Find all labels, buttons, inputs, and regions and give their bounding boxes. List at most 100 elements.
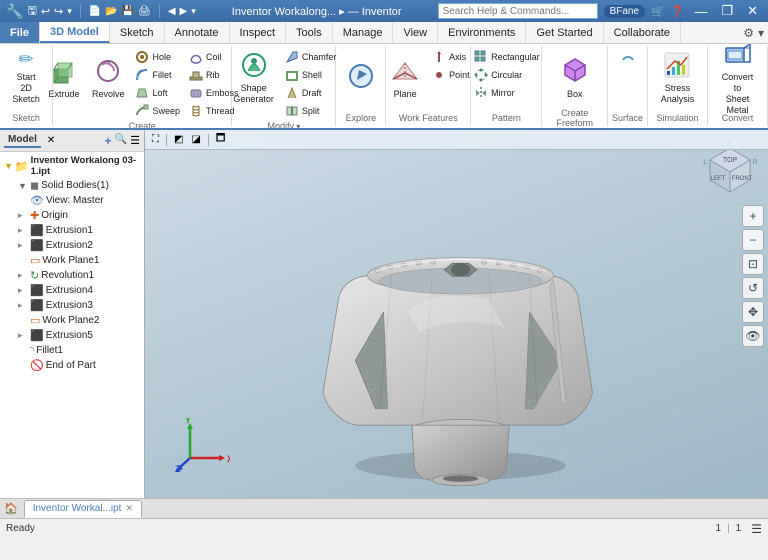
shell-button[interactable]: Shell — [281, 66, 340, 83]
explore-button[interactable] — [340, 48, 382, 106]
quick-access-redo[interactable]: ↪ — [54, 5, 63, 18]
3d-part-visualization[interactable] — [145, 150, 768, 498]
toolbar-back[interactable]: ◀ — [168, 6, 176, 17]
start-sketch-button[interactable]: ✏ Start2D Sketch — [4, 48, 48, 106]
mirror-button[interactable]: Mirror — [470, 84, 543, 101]
quick-access-more[interactable]: ▾ — [67, 6, 72, 17]
tree-item-extrusion3[interactable]: ▸ ⬛ Extrusion3 — [0, 298, 144, 313]
tree-item-workplane1[interactable]: ▸ ▭ Work Plane1 — [0, 253, 144, 268]
toolbar-save2[interactable]: 💾 — [122, 6, 134, 17]
coil-label: Coil — [206, 52, 222, 62]
tree-item-root[interactable]: ▼ 📁 Inventor Workalong 03-1.ipt — [0, 154, 144, 178]
svg-text:R: R — [753, 160, 758, 166]
nav-zoom-fit[interactable]: ⊡ — [742, 253, 764, 275]
quick-access-save[interactable]: 🖫 — [27, 2, 36, 21]
nav-look[interactable]: 👁 — [742, 325, 764, 347]
ribbon-settings-icon[interactable]: ⚙ — [743, 26, 754, 40]
extrude-icon — [48, 55, 80, 87]
create-small-buttons: Hole Fillet — [131, 48, 183, 119]
tab-inspect[interactable]: Inspect — [230, 22, 286, 43]
vp-maximize2[interactable]: 🗖 — [213, 130, 229, 149]
nav-zoom-in[interactable]: + — [742, 205, 764, 227]
tab-view[interactable]: View — [393, 22, 438, 43]
tree-item-origin[interactable]: ▸ ✚ Origin — [0, 208, 144, 223]
bottom-tab-workalong[interactable]: Inventor Workal...ipt ✕ — [24, 500, 142, 518]
axis-button[interactable]: Axis — [428, 48, 473, 65]
toolbar-open[interactable]: 📂 — [105, 6, 117, 17]
nav-zoom-out[interactable]: − — [742, 229, 764, 251]
tree-item-view-master[interactable]: ▸ 👁 View: Master — [0, 193, 144, 208]
surface-button[interactable] — [617, 48, 639, 65]
sweep-icon — [134, 103, 150, 119]
search-input[interactable] — [438, 3, 598, 19]
vp-btn-maximize[interactable]: ⛶ — [149, 133, 162, 146]
svg-text:L: L — [703, 160, 707, 166]
create-small-row2[interactable]: Sweep — [131, 102, 183, 119]
extrude-button[interactable]: Extrude — [43, 48, 85, 106]
minimize-button[interactable]: — — [690, 4, 711, 19]
help-icon[interactable]: ❓ — [671, 5, 685, 18]
tree-item-revolution1[interactable]: ▸ ↻ Revolution1 — [0, 268, 144, 283]
shopping-icon[interactable]: 🛒 — [651, 5, 665, 18]
tree-item-workplane2[interactable]: ▸ ▭ Work Plane2 — [0, 313, 144, 328]
toolbar-new[interactable]: 📄 — [89, 6, 101, 17]
tree-item-solid-bodies[interactable]: ▼ ◼ Solid Bodies(1) — [0, 178, 144, 193]
ribbon-expand-icon[interactable]: ▾ — [758, 26, 764, 40]
bottom-tab-close[interactable]: ✕ — [125, 503, 133, 514]
tab-collaborate[interactable]: Collaborate — [604, 22, 681, 43]
model-tab[interactable]: Model — [4, 133, 41, 148]
tree-item-fillet1[interactable]: ▸ ◝ Fillet1 — [0, 343, 144, 358]
fillet-button[interactable]: Fillet — [131, 66, 183, 83]
tab-3dmodel[interactable]: 3D Model — [40, 22, 110, 43]
box-button[interactable]: Box — [554, 48, 596, 106]
circular-pattern-button[interactable]: Circular — [470, 66, 543, 83]
shell-label: Shell — [302, 70, 322, 80]
chamfer-button[interactable]: Chamfer — [281, 48, 340, 65]
tab-getstarted[interactable]: Get Started — [526, 22, 603, 43]
panel-menu-btn[interactable]: ☰ — [130, 134, 140, 148]
create-small-row1[interactable]: Loft — [131, 84, 183, 101]
rectangular-pattern-button[interactable]: Rectangular — [470, 48, 543, 65]
point-button[interactable]: Point — [428, 66, 473, 83]
vp-btn-wireframe[interactable]: ◩ — [171, 133, 186, 146]
tree-item-extrusion5[interactable]: ▸ ⬛ Extrusion5 — [0, 328, 144, 343]
bottom-tab-label: Inventor Workal...ipt — [33, 503, 122, 514]
panel-close-btn[interactable]: ✕ — [47, 135, 55, 146]
hole-button[interactable]: Hole — [131, 48, 183, 65]
nav-orbit[interactable]: ↺ — [742, 277, 764, 299]
tree-item-extrusion2[interactable]: ▸ ⬛ Extrusion2 — [0, 238, 144, 253]
draft-button[interactable]: Draft — [281, 84, 340, 101]
tab-sketch[interactable]: Sketch — [110, 22, 165, 43]
close-button[interactable]: ✕ — [743, 3, 762, 19]
tab-annotate[interactable]: Annotate — [165, 22, 230, 43]
nav-pan[interactable]: ✥ — [742, 301, 764, 323]
page-info: 1 — [716, 523, 722, 534]
panel-search-btn[interactable]: 🔍 — [115, 134, 127, 148]
tab-environments[interactable]: Environments — [438, 22, 526, 43]
plane-button[interactable]: Plane — [384, 48, 426, 106]
split-button[interactable]: Split — [281, 102, 340, 119]
tree-item-extrusion1[interactable]: ▸ ⬛ Extrusion1 — [0, 223, 144, 238]
emboss-icon — [188, 85, 204, 101]
tree-item-extrusion4[interactable]: ▸ ⬛ Extrusion4 — [0, 283, 144, 298]
model-panel-header: Model ✕ + 🔍 ☰ — [0, 130, 144, 152]
quick-access-undo[interactable]: ↩ — [41, 5, 50, 18]
title-bar: 🔧 🖫 ↩ ↪ ▾ 📄 📂 💾 🖨 ◀ ▶ ▾ Inventor Workalo… — [0, 0, 768, 22]
viewport[interactable]: ⛶ ◩ ◪ 🗖 — [145, 130, 768, 498]
tab-tools[interactable]: Tools — [286, 22, 333, 43]
panel-add-btn[interactable]: + — [105, 134, 112, 148]
vp-btn-shaded[interactable]: ◪ — [188, 133, 203, 146]
revolve-button[interactable]: Revolve — [87, 48, 130, 106]
status-menu-btn[interactable]: ☰ — [751, 522, 762, 536]
tab-manage[interactable]: Manage — [333, 22, 394, 43]
stress-analysis-button[interactable]: StressAnalysis — [656, 48, 700, 106]
convert-to-sheet-metal-button[interactable]: Convert toSheet Metal — [712, 48, 763, 106]
tab-file[interactable]: File — [0, 22, 40, 43]
sweep-label: Sweep — [152, 106, 180, 116]
toolbar-fwd[interactable]: ▶ — [180, 6, 188, 17]
toolbar-print[interactable]: 🖨 — [138, 6, 151, 17]
shape-generator-button[interactable]: ShapeGenerator — [228, 48, 279, 106]
home-icon[interactable]: 🏠 — [4, 502, 18, 515]
tree-item-end-of-part[interactable]: ▸ 🚫 End of Part — [0, 358, 144, 373]
restore-button[interactable]: ❐ — [717, 3, 737, 19]
